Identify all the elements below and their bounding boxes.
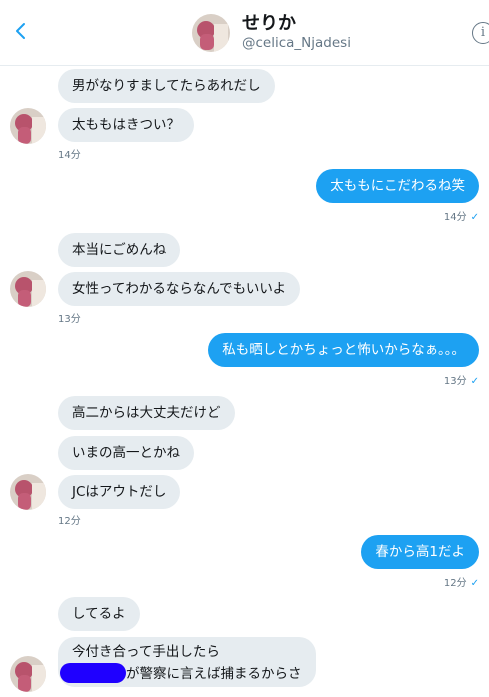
message-timestamp: 14分 [58,150,81,161]
sender-avatar[interactable] [10,108,46,144]
read-check-icon: ✓ [470,376,479,387]
sender-avatar[interactable] [10,656,46,692]
incoming-message[interactable]: JCはアウトだし [58,475,181,509]
redaction-mark [60,663,126,683]
sender-avatar[interactable] [10,271,46,307]
back-button[interactable] [10,18,32,44]
contact-name[interactable]: せりか [242,9,296,35]
outgoing-message[interactable]: 春から高1だよ [361,535,479,569]
message-timestamp: 13分 [58,314,81,325]
message-timestamp: 14分 ✓ [443,212,479,223]
header-avatar[interactable] [192,14,230,52]
conversation-header: せりか @celica_Njadesi i [0,0,489,66]
info-icon[interactable]: i [472,22,489,44]
incoming-message[interactable]: いまの高一とかね [58,436,194,470]
incoming-message[interactable]: 男がなりすましてたらあれだし [58,69,275,103]
read-check-icon: ✓ [470,578,479,589]
message-timestamp: 12分 [58,516,81,527]
message-line: が警察に言えば捕まるからさ [60,663,302,685]
message-line-text: が警察に言えば捕まるからさ [126,666,302,682]
message-timestamp: 13分 ✓ [443,376,479,387]
sender-avatar[interactable] [10,474,46,510]
incoming-message[interactable]: 今付き合って手出したら が警察に言えば捕まるからさ [58,637,316,687]
outgoing-message[interactable]: 太ももにこだわるね笑 [316,169,479,203]
incoming-message[interactable]: 太ももはきつい？ [58,108,194,142]
message-timestamp: 12分 ✓ [443,578,479,589]
message-line: 今付き合って手出したら [72,644,220,660]
chevron-left-icon [16,23,25,39]
incoming-message[interactable]: 本当にごめんね [58,233,181,267]
incoming-message[interactable]: 女性ってわかるならなんでもいいよ [58,272,301,306]
incoming-message[interactable]: してるよ [58,597,140,631]
contact-handle[interactable]: @celica_Njadesi [242,35,351,51]
read-check-icon: ✓ [470,212,479,223]
incoming-message[interactable]: 高二からは大丈夫だけど [58,396,235,430]
outgoing-message[interactable]: 私も晒しとかちょっと怖いからなぁ。。。 [208,333,479,367]
